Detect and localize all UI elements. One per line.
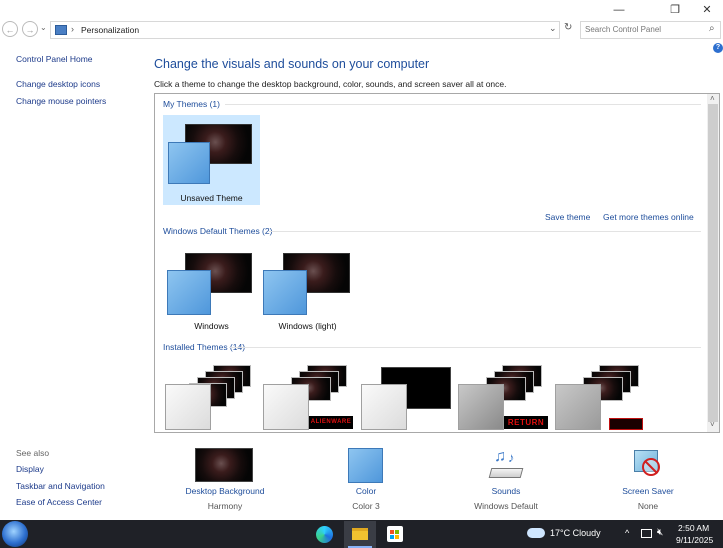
theme-color-swatch xyxy=(458,384,504,430)
theme-name: Windows xyxy=(194,321,229,331)
theme-logo-label: ALIENWARE xyxy=(309,416,353,429)
search-input[interactable]: Search Control Panel xyxy=(585,25,661,34)
sounds-link[interactable]: Sounds xyxy=(456,486,556,496)
my-themes-header: My Themes (1) xyxy=(163,99,220,109)
color-link[interactable]: Color xyxy=(316,486,416,496)
volume-muted-icon[interactable]: 🔇︎ xyxy=(657,527,663,538)
theme-unsaved[interactable]: Unsaved Theme xyxy=(163,115,260,205)
scroll-up-arrow[interactable]: ˄ xyxy=(710,94,715,103)
back-button[interactable]: ← xyxy=(2,21,18,37)
help-icon[interactable]: ? xyxy=(713,43,723,53)
weather-text[interactable]: 17°C Cloudy xyxy=(550,528,601,538)
theme-logo-label: RETURN xyxy=(504,416,548,429)
theme-name: Unsaved Theme xyxy=(180,193,243,203)
see-also-heading: See also xyxy=(16,448,50,458)
search-icon[interactable]: ⌕ xyxy=(709,23,715,34)
installed-theme-item[interactable]: ALIENWARE xyxy=(261,362,353,432)
change-mouse-pointers-link[interactable]: Change mouse pointers xyxy=(16,96,106,106)
recent-pages-button[interactable]: ⌄ xyxy=(40,23,47,32)
scroll-down-arrow[interactable]: ˅ xyxy=(710,420,715,429)
ease-of-access-link[interactable]: Ease of Access Center xyxy=(16,497,102,507)
cloudy-weather-icon[interactable] xyxy=(527,528,545,538)
desktop-background-link[interactable]: Desktop Background xyxy=(175,486,275,496)
address-dropdown-icon[interactable]: ⌄ xyxy=(549,23,557,34)
get-more-themes-link[interactable]: Get more themes online xyxy=(603,212,694,222)
theme-windows-light[interactable]: Windows (light) xyxy=(259,244,356,334)
screen-saver-item[interactable]: Screen Saver None xyxy=(598,446,698,516)
taskbar: 17°C Cloudy ^ 🔇︎ 2:50 AM 9/11/2025 xyxy=(0,520,723,548)
color-swatch-icon xyxy=(348,448,383,483)
screen-saver-value: None xyxy=(637,501,659,511)
color-value: Color 3 xyxy=(352,501,380,511)
restore-button[interactable]: ❐ xyxy=(660,0,690,20)
folder-icon xyxy=(352,528,368,540)
installed-theme-item[interactable] xyxy=(553,362,645,432)
forward-button[interactable]: → xyxy=(22,21,38,37)
desktop-background-thumbnail xyxy=(195,448,253,482)
theme-color-swatch xyxy=(361,384,407,430)
desktop-background-item[interactable]: Desktop Background Harmony xyxy=(175,446,275,516)
screen-saver-icon xyxy=(632,448,664,480)
taskbar-navigation-link[interactable]: Taskbar and Navigation xyxy=(16,481,105,491)
save-theme-link[interactable]: Save theme xyxy=(545,212,590,222)
refresh-button[interactable]: ↻ xyxy=(564,22,572,33)
theme-color-swatch xyxy=(555,384,601,430)
desktop-background-value: Harmony xyxy=(207,501,243,511)
theme-color-swatch xyxy=(263,270,307,315)
installed-theme-item[interactable]: RETURN xyxy=(456,362,548,432)
theme-color-swatch xyxy=(167,270,211,315)
clock-date[interactable]: 9/11/2025 xyxy=(676,535,713,545)
search-box[interactable]: Search Control Panel ⌕ xyxy=(580,21,721,39)
theme-name: Windows (light) xyxy=(278,321,337,331)
scrollbar-thumb[interactable] xyxy=(708,104,718,422)
control-panel-home-link[interactable]: Control Panel Home xyxy=(16,54,93,64)
change-desktop-icons-link[interactable]: Change desktop icons xyxy=(16,79,100,89)
close-button[interactable]: ✕ xyxy=(692,0,722,20)
group-divider xyxy=(269,231,701,232)
theme-logo-thumbnail xyxy=(609,418,643,430)
minimize-button[interactable]: — xyxy=(604,0,634,20)
theme-color-swatch xyxy=(168,142,210,184)
clock-time[interactable]: 2:50 AM xyxy=(678,523,709,533)
default-themes-header: Windows Default Themes (2) xyxy=(163,226,273,236)
installed-theme-item[interactable] xyxy=(359,362,451,432)
breadcrumb-separator: › xyxy=(71,24,74,34)
group-divider xyxy=(225,104,701,105)
theme-color-swatch xyxy=(263,384,309,430)
screen-saver-link[interactable]: Screen Saver xyxy=(598,486,698,496)
installed-theme-item[interactable] xyxy=(163,362,255,432)
theme-windows[interactable]: Windows xyxy=(163,244,260,334)
edge-browser-icon[interactable] xyxy=(316,526,333,543)
control-panel-icon xyxy=(55,25,67,35)
sounds-icon: ♫ ♪ xyxy=(488,448,524,482)
file-explorer-taskbar-button[interactable] xyxy=(344,521,376,548)
show-hidden-icons-button[interactable]: ^ xyxy=(625,528,629,538)
breadcrumb-personalization[interactable]: Personalization xyxy=(81,25,139,35)
page-subtitle: Click a theme to change the desktop back… xyxy=(154,79,507,89)
microsoft-store-icon[interactable] xyxy=(387,526,403,542)
group-divider xyxy=(229,347,701,348)
address-bar[interactable]: › Personalization ⌄ xyxy=(50,21,560,39)
sounds-value: Windows Default xyxy=(474,501,538,511)
network-icon[interactable] xyxy=(641,529,652,538)
theme-color-swatch xyxy=(165,384,211,430)
start-button[interactable] xyxy=(2,521,28,547)
display-link[interactable]: Display xyxy=(16,464,44,474)
theme-list[interactable]: My Themes (1) Unsaved Theme Save theme G… xyxy=(154,93,720,433)
page-title: Change the visuals and sounds on your co… xyxy=(154,57,430,71)
color-item[interactable]: Color Color 3 xyxy=(316,446,416,516)
sounds-item[interactable]: ♫ ♪ Sounds Windows Default xyxy=(456,446,556,516)
